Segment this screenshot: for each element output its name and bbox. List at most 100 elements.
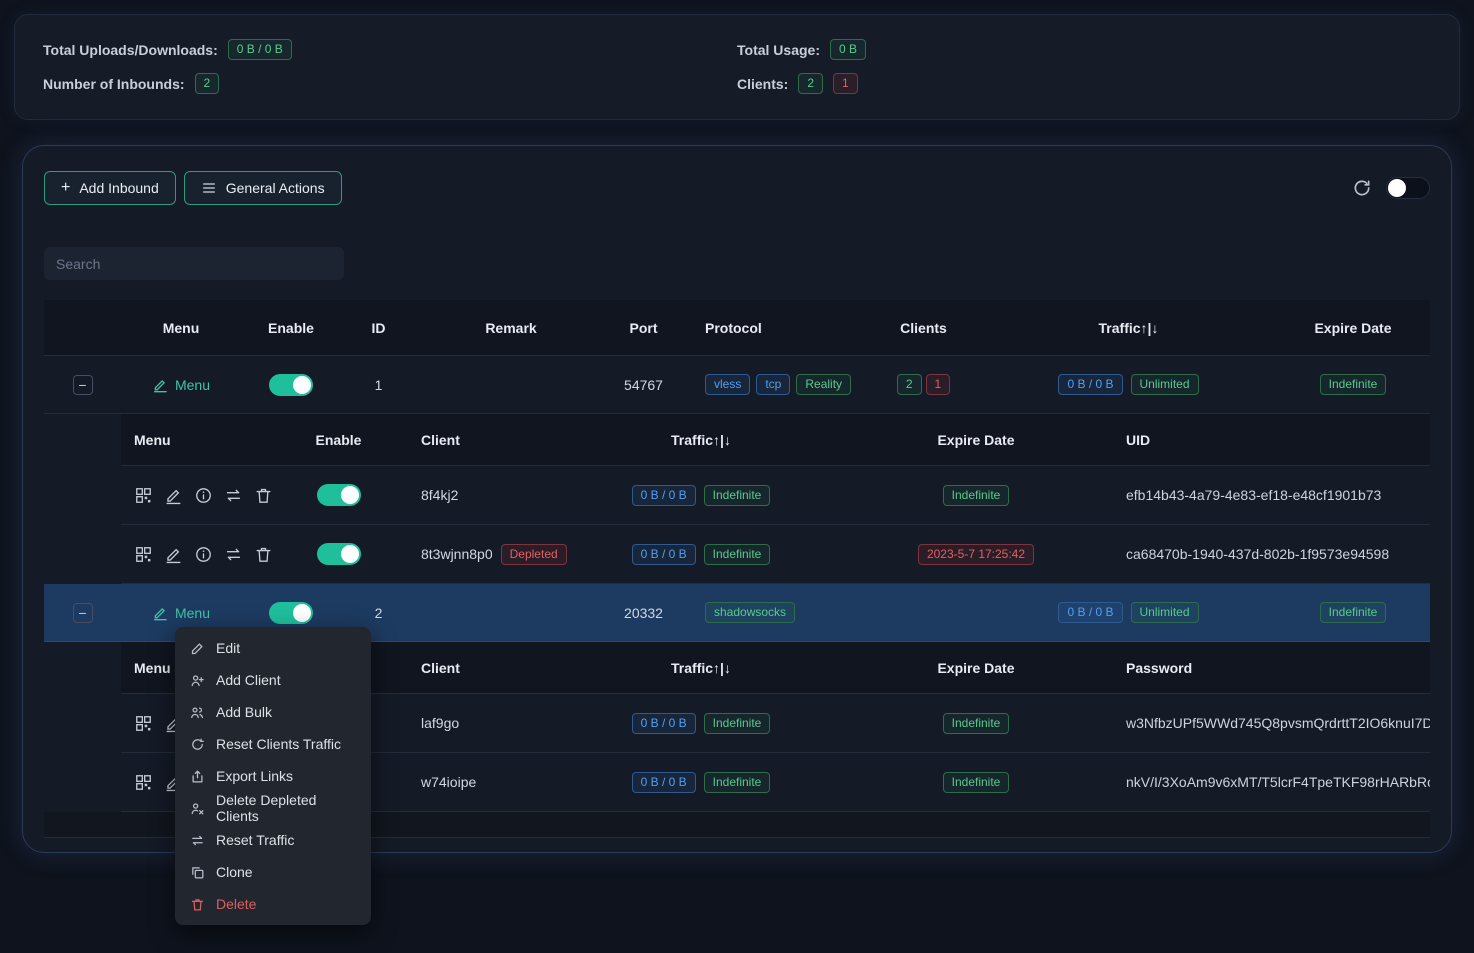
inbound-enable-toggle[interactable] (269, 374, 313, 396)
client-uid: efb14b43-4a79-4e83-ef18-e48cf1901b73 (1111, 487, 1430, 503)
menu-item-export-links[interactable]: Export Links (175, 760, 371, 792)
user-add-icon (190, 673, 205, 688)
inbound-port: 20332 (606, 605, 681, 621)
subcol-header-client: Client (386, 432, 561, 448)
traffic-badge: 0 B / 0 B (632, 544, 696, 565)
client-password: nkV/I/3XoAm9v6xMT/T5lcrF4TpeTKF98rHARbRo… (1111, 774, 1430, 790)
col-header-menu: Menu (121, 320, 241, 336)
swap-arrows-icon (190, 833, 205, 848)
delete-client-icon[interactable] (254, 545, 273, 564)
subcol-header-traffic-sort[interactable]: Traffic↑|↓ (561, 432, 841, 448)
client-enable-toggle[interactable] (317, 543, 361, 565)
reset-clients-traffic-icon (190, 737, 205, 752)
inbound-id: 2 (341, 605, 416, 621)
client-password: w3NfbzUPf5WWd745Q8pvsmQrdrttT2IO6knuI7Di… (1111, 715, 1430, 731)
traffic-badge: 0 B / 0 B (1058, 602, 1122, 623)
expire-badge: Indefinite (943, 772, 1010, 793)
menu-item-add-client[interactable]: Add Client (175, 664, 371, 696)
edit-pencil-icon (152, 605, 168, 621)
edit-client-icon[interactable] (164, 545, 183, 564)
qr-code-icon[interactable] (134, 486, 153, 505)
inbound-id: 1 (341, 377, 416, 393)
add-inbound-button[interactable]: + Add Inbound (44, 171, 176, 205)
stat-value-badge: 0 B / 0 B (228, 39, 292, 60)
inbound-row-1: − Menu 1 54767 vless tcp Reality 2 1 0 (44, 356, 1430, 414)
menu-item-clone[interactable]: Clone (175, 856, 371, 888)
reset-client-traffic-icon[interactable] (224, 545, 243, 564)
client-row: 8f4kj2 0 B / 0 B Indefinite Indefinite e… (121, 466, 1430, 525)
menu-item-reset-clients-traffic[interactable]: Reset Clients Traffic (175, 728, 371, 760)
inbound-menu-button[interactable]: Menu (152, 377, 210, 393)
theme-toggle[interactable] (1386, 177, 1430, 199)
inbound-1-clients-table: Menu Enable Client Traffic↑|↓ Expire Dat… (121, 414, 1430, 584)
users-add-icon (190, 705, 205, 720)
client-actions (121, 486, 291, 505)
col-header-traffic-sort[interactable]: Traffic↑|↓ (981, 320, 1276, 336)
inbound-actions-menu: Edit Add Client Add Bulk Reset Clients T… (175, 627, 371, 925)
inbound-port: 54767 (606, 377, 681, 393)
add-inbound-label: Add Inbound (79, 180, 158, 196)
clients-table-header: Menu Enable Client Traffic↑|↓ Expire Dat… (121, 414, 1430, 466)
reset-client-traffic-icon[interactable] (224, 486, 243, 505)
delete-client-icon[interactable] (254, 486, 273, 505)
client-actions (121, 545, 291, 564)
edit-icon (190, 641, 205, 656)
subcol-header-traffic-sort[interactable]: Traffic↑|↓ (561, 660, 841, 676)
collapse-row-button[interactable]: − (73, 375, 93, 395)
client-expire: Indefinite (841, 713, 1111, 734)
info-icon[interactable] (194, 486, 213, 505)
general-actions-label: General Actions (226, 180, 325, 196)
info-icon[interactable] (194, 545, 213, 564)
inbound-expire: Indefinite (1276, 374, 1430, 395)
qr-code-icon[interactable] (134, 773, 153, 792)
inbound-traffic: 0 B / 0 B Unlimited (981, 374, 1276, 395)
qr-code-icon[interactable] (134, 714, 153, 733)
refresh-icon[interactable] (1352, 178, 1372, 198)
menu-item-reset-traffic[interactable]: Reset Traffic (175, 824, 371, 856)
menu-item-add-bulk[interactable]: Add Bulk (175, 696, 371, 728)
client-traffic: 0 B / 0 B Indefinite (561, 544, 841, 565)
traffic-limit-badge: Unlimited (1131, 374, 1199, 395)
client-name: w74ioipe (386, 774, 561, 790)
client-name: laf9go (386, 715, 561, 731)
search-input[interactable] (44, 247, 344, 280)
clients-online-badge: 2 (897, 374, 922, 395)
col-header-port: Port (606, 320, 681, 336)
client-traffic: 0 B / 0 B Indefinite (561, 713, 841, 734)
traffic-badge: 0 B / 0 B (632, 485, 696, 506)
edit-client-icon[interactable] (164, 486, 183, 505)
protocol-badge: Reality (796, 374, 851, 395)
client-traffic: 0 B / 0 B Indefinite (561, 772, 841, 793)
menu-item-edit[interactable]: Edit (175, 632, 371, 664)
menu-item-delete[interactable]: Delete (175, 888, 371, 920)
expire-badge: Indefinite (1320, 602, 1387, 623)
user-delete-icon (190, 801, 205, 816)
expire-badge: 2023-5-7 17:25:42 (918, 544, 1034, 565)
subcol-header-password: Password (1111, 660, 1430, 676)
inbound-enable-toggle[interactable] (269, 602, 313, 624)
toolbar: + Add Inbound General Actions (44, 171, 1430, 205)
client-enable-toggle[interactable] (317, 484, 361, 506)
client-name: 8t3wjnn8p0 (421, 546, 493, 562)
clients-depleted-badge: 1 (833, 73, 858, 94)
traffic-badge: 0 B / 0 B (1058, 374, 1122, 395)
traffic-limit-badge: Indefinite (704, 544, 771, 565)
col-header-enable: Enable (241, 320, 341, 336)
general-actions-button[interactable]: General Actions (184, 171, 342, 205)
clone-icon (190, 865, 205, 880)
stats-panel: Total Uploads/Downloads: 0 B / 0 B Numbe… (14, 14, 1460, 120)
stat-label: Total Uploads/Downloads: (43, 42, 218, 58)
inbound-menu-label: Menu (175, 377, 210, 393)
traffic-limit-badge: Indefinite (704, 713, 771, 734)
inbound-menu-button[interactable]: Menu (152, 605, 210, 621)
menu-item-delete-depleted-clients[interactable]: Delete Depleted Clients (175, 792, 371, 824)
edit-pencil-icon (152, 377, 168, 393)
collapse-row-button[interactable]: − (73, 603, 93, 623)
client-expire: Indefinite (841, 772, 1111, 793)
qr-code-icon[interactable] (134, 545, 153, 564)
col-header-protocol: Protocol (681, 320, 866, 336)
hamburger-menu-icon (201, 180, 217, 196)
traffic-limit-badge: Indefinite (704, 485, 771, 506)
subcol-header-expire: Expire Date (841, 432, 1111, 448)
subcol-header-client: Client (386, 660, 561, 676)
